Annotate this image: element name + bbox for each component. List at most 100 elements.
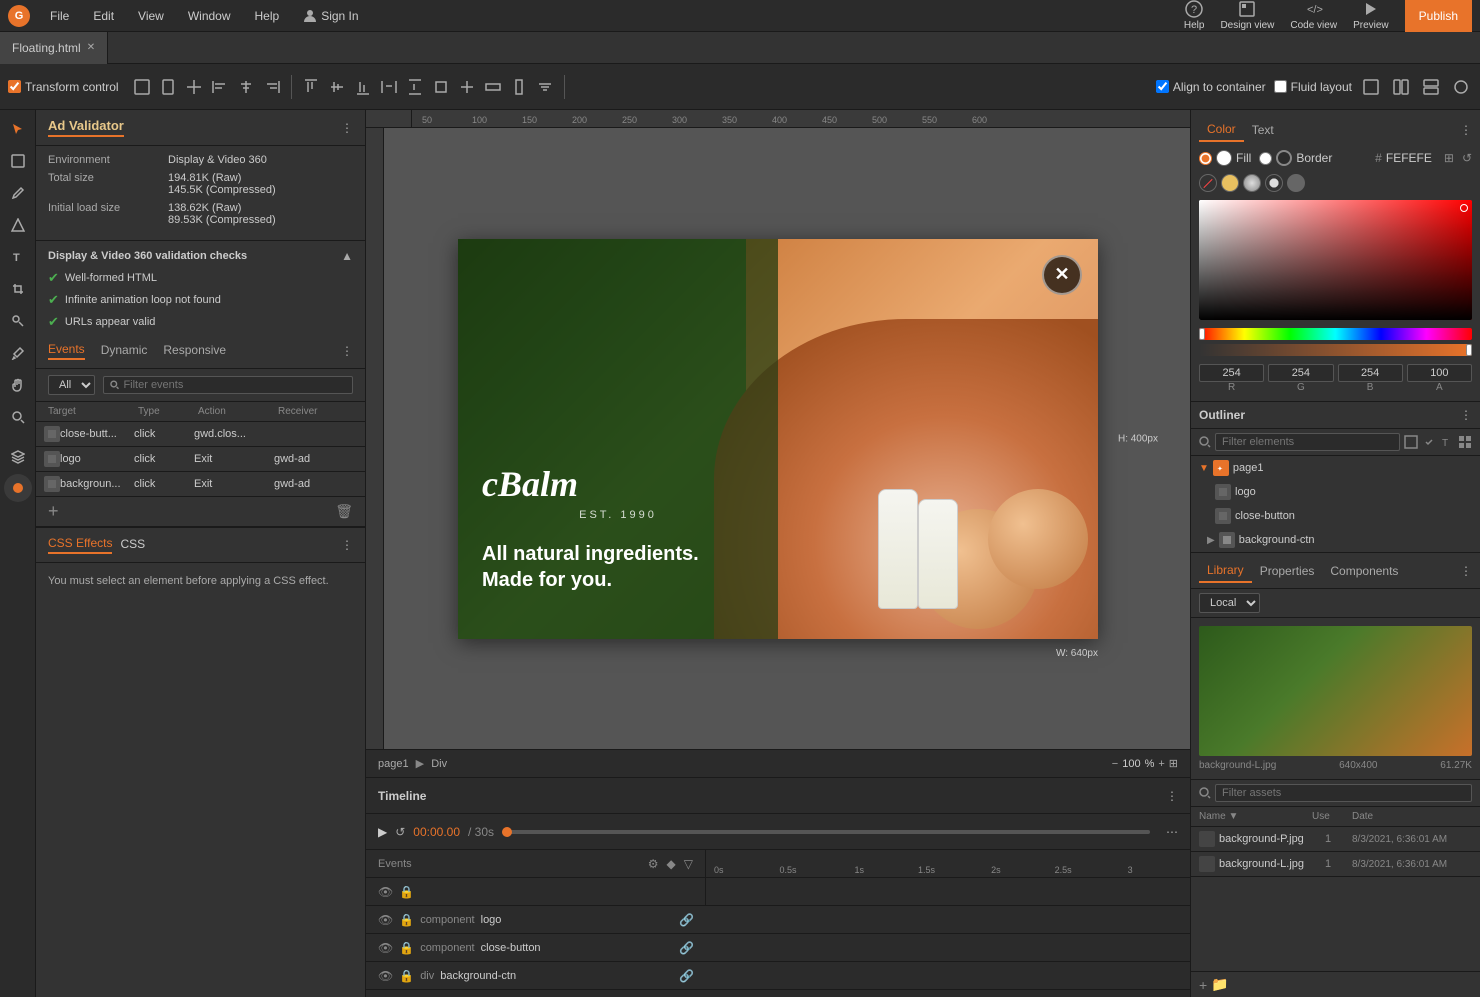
menu-file[interactable]: File bbox=[46, 9, 73, 23]
dynamic-tab[interactable]: Dynamic bbox=[101, 343, 148, 359]
timeline-options-icon[interactable]: ⋯ bbox=[1166, 825, 1178, 839]
design-view-icon-group[interactable]: Design view bbox=[1220, 0, 1274, 31]
components-tab[interactable]: Components bbox=[1322, 560, 1406, 582]
border-option[interactable]: Border bbox=[1259, 150, 1332, 166]
left-icon-layers[interactable] bbox=[3, 442, 33, 472]
timeline-row-close-link[interactable]: 🔗 bbox=[679, 941, 694, 955]
toolbar-distribute-icon3[interactable] bbox=[456, 76, 478, 98]
outliner-link-filter-icon[interactable] bbox=[1422, 435, 1436, 449]
outliner-grid-filter-icon[interactable] bbox=[1458, 435, 1472, 449]
library-tab[interactable]: Library bbox=[1199, 559, 1252, 583]
ad-validator-menu-icon[interactable]: ⋮ bbox=[341, 121, 353, 135]
align-container-checkbox[interactable] bbox=[1156, 80, 1169, 93]
left-icon-pen[interactable] bbox=[3, 178, 33, 208]
timeline-row-bg-lock[interactable]: 🔒 bbox=[399, 969, 414, 983]
event-row-3[interactable]: backgroun... click Exit gwd-ad bbox=[36, 472, 365, 497]
responsive-tab[interactable]: Responsive bbox=[163, 343, 226, 359]
toolbar-align-middle-v-icon[interactable] bbox=[326, 76, 348, 98]
toolbar-move-icon[interactable] bbox=[131, 76, 153, 98]
library-folder-icon[interactable]: 📁 bbox=[1211, 976, 1228, 993]
library-filter-input[interactable] bbox=[1215, 784, 1472, 802]
timeline-loop-icon[interactable]: ↺ bbox=[395, 825, 405, 839]
fluid-layout-checkbox[interactable] bbox=[1274, 80, 1287, 93]
border-radio[interactable] bbox=[1259, 152, 1272, 165]
toolbar-more-icon[interactable] bbox=[534, 76, 556, 98]
toolbar-distribute-v-icon[interactable] bbox=[404, 76, 426, 98]
timeline-eye-icon[interactable]: 👁 bbox=[378, 885, 393, 899]
library-menu-icon[interactable]: ⋮ bbox=[1460, 564, 1472, 578]
event-row-1[interactable]: close-butt... click gwd.clos... bbox=[36, 422, 365, 447]
swatch-1[interactable] bbox=[1221, 174, 1239, 192]
outliner-filter-input[interactable] bbox=[1215, 433, 1400, 451]
toolbar-distribute-h-icon[interactable] bbox=[378, 76, 400, 98]
left-icon-text[interactable]: T bbox=[3, 242, 33, 272]
timeline-progress-dot[interactable] bbox=[502, 827, 512, 837]
timeline-settings-icon[interactable]: ⚙ bbox=[648, 857, 659, 871]
asset-row-2[interactable]: background-L.jpg 1 8/3/2021, 6:36:01 AM bbox=[1191, 852, 1480, 877]
swatch-radial[interactable] bbox=[1265, 174, 1283, 192]
color-r-value[interactable]: 254 bbox=[1199, 364, 1264, 382]
file-tab[interactable]: Floating.html ✕ bbox=[0, 32, 108, 64]
menu-edit[interactable]: Edit bbox=[89, 9, 118, 23]
left-icon-eyedropper[interactable] bbox=[3, 338, 33, 368]
color-copy-icon[interactable]: ⊞ bbox=[1444, 151, 1454, 165]
color-alpha-thumb[interactable] bbox=[1466, 344, 1472, 356]
ad-close-button[interactable]: ✕ bbox=[1042, 255, 1082, 295]
timeline-play-icon[interactable]: ▶ bbox=[378, 825, 387, 839]
swatch-gradient-1[interactable] bbox=[1243, 174, 1261, 192]
text-tab[interactable]: Text bbox=[1244, 119, 1282, 141]
event-row-2[interactable]: logo click Exit gwd-ad bbox=[36, 447, 365, 472]
asset-row-1[interactable]: background-P.jpg 1 8/3/2021, 6:36:01 AM bbox=[1191, 827, 1480, 852]
css-tab[interactable]: CSS bbox=[120, 537, 145, 553]
toolbar-layout-4-icon[interactable] bbox=[1450, 76, 1472, 98]
color-reset-icon[interactable]: ↺ bbox=[1462, 151, 1472, 165]
timeline-progress-bar[interactable] bbox=[502, 830, 1150, 834]
toolbar-align-bottom-icon[interactable] bbox=[352, 76, 374, 98]
timeline-delete-icon[interactable]: ▽ bbox=[684, 857, 693, 871]
color-tab[interactable]: Color bbox=[1199, 118, 1244, 142]
left-icon-crop[interactable] bbox=[3, 274, 33, 304]
timeline-row-logo-link[interactable]: 🔗 bbox=[679, 913, 694, 927]
toolbar-rotate-icon[interactable] bbox=[157, 76, 179, 98]
timeline-lock-icon[interactable]: 🔒 bbox=[399, 885, 414, 899]
timeline-menu-icon[interactable]: ⋮ bbox=[1166, 789, 1178, 803]
zoom-fit-icon[interactable]: ⊞ bbox=[1169, 757, 1178, 770]
outliner-logo[interactable]: logo bbox=[1191, 480, 1480, 504]
fill-radio[interactable] bbox=[1199, 152, 1212, 165]
delete-event-icon[interactable]: 🗑 bbox=[335, 503, 353, 520]
color-picker-gradient[interactable] bbox=[1199, 200, 1472, 320]
left-icon-components[interactable] bbox=[4, 474, 32, 502]
menu-window[interactable]: Window bbox=[184, 9, 235, 23]
code-view-icon-group[interactable]: </> Code view bbox=[1290, 0, 1337, 31]
toolbar-align-left-icon[interactable] bbox=[209, 76, 231, 98]
toolbar-scale-icon[interactable] bbox=[183, 76, 205, 98]
toolbar-layout-2-icon[interactable] bbox=[1390, 76, 1412, 98]
outliner-close-button[interactable]: close-button bbox=[1191, 504, 1480, 528]
toolbar-align-top-icon[interactable] bbox=[300, 76, 322, 98]
color-panel-menu-icon[interactable]: ⋮ bbox=[1460, 123, 1472, 137]
css-effects-tab[interactable]: CSS Effects bbox=[48, 536, 112, 554]
color-alpha-slider[interactable] bbox=[1199, 344, 1472, 356]
outliner-menu-icon[interactable]: ⋮ bbox=[1460, 408, 1472, 422]
menu-view[interactable]: View bbox=[134, 9, 168, 23]
color-b-value[interactable]: 254 bbox=[1338, 364, 1403, 382]
properties-tab[interactable]: Properties bbox=[1252, 560, 1323, 582]
toolbar-distribute-icon5[interactable] bbox=[508, 76, 530, 98]
left-icon-shape[interactable] bbox=[3, 210, 33, 240]
zoom-plus-icon[interactable]: + bbox=[1158, 758, 1164, 770]
outliner-background-ctn[interactable]: ▶ background-ctn bbox=[1191, 528, 1480, 552]
events-tab[interactable]: Events bbox=[48, 342, 85, 360]
events-tab-menu-icon[interactable]: ⋮ bbox=[341, 344, 353, 358]
timeline-row-logo-lock[interactable]: 🔒 bbox=[399, 913, 414, 927]
menu-signin[interactable]: Sign In bbox=[299, 9, 362, 23]
timeline-add-keyframe-icon[interactable]: ◆ bbox=[667, 857, 676, 871]
checks-collapse-icon[interactable]: ▲ bbox=[341, 249, 353, 263]
timeline-row-bg-eye[interactable]: 👁 bbox=[378, 969, 393, 983]
preview-icon-group[interactable]: Preview bbox=[1353, 0, 1389, 31]
add-event-icon[interactable]: + bbox=[48, 501, 59, 522]
css-tab-menu-icon[interactable]: ⋮ bbox=[341, 538, 353, 552]
swatch-dark[interactable] bbox=[1287, 174, 1305, 192]
color-hue-thumb[interactable] bbox=[1199, 328, 1205, 340]
swatch-none[interactable] bbox=[1199, 174, 1217, 192]
library-add-icon[interactable]: + bbox=[1199, 977, 1207, 993]
